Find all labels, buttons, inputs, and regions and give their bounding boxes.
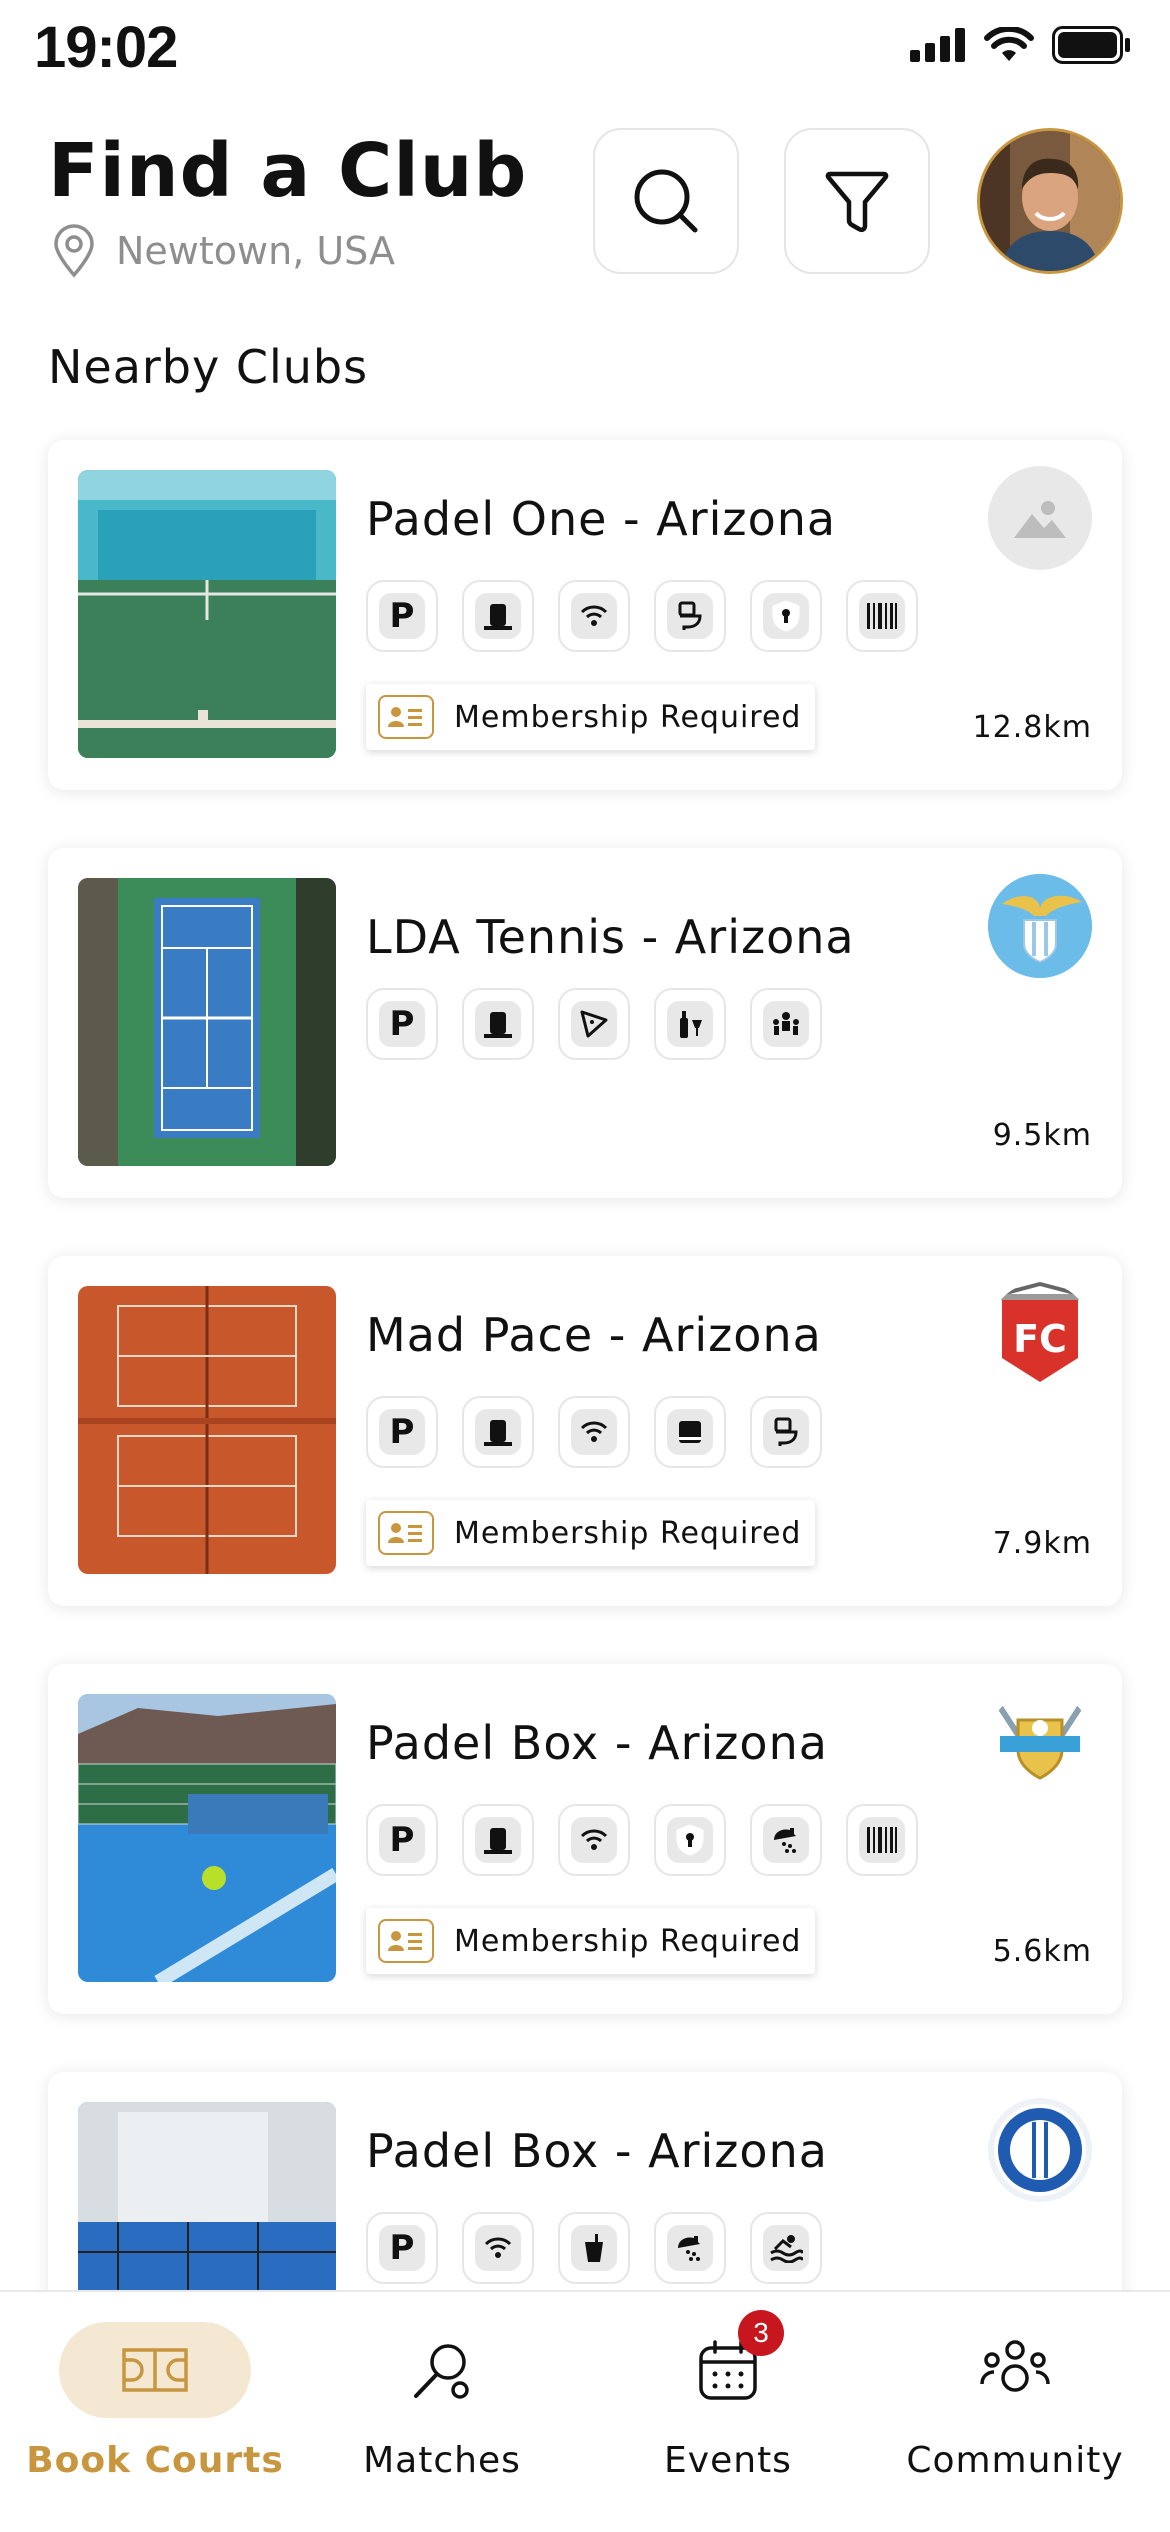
nav-icon-container — [919, 2322, 1111, 2418]
court-icon — [122, 2348, 188, 2392]
security-icon — [654, 1804, 726, 1876]
membership-badge: Membership Required — [366, 684, 816, 750]
svg-text:FC: FC — [1013, 1317, 1067, 1361]
membership-text: Membership Required — [454, 1923, 802, 1959]
locker-icon — [462, 1804, 534, 1876]
blue-ring-logo — [988, 2098, 1092, 2202]
status-icons — [910, 26, 1132, 64]
club-distance: 7.9km — [992, 1526, 1092, 1561]
parking-icon: P — [366, 988, 438, 1060]
signal-icon — [910, 28, 965, 62]
amenities-row: P — [366, 988, 822, 1060]
club-distance: 9.5km — [992, 1118, 1092, 1153]
club-photo — [78, 470, 336, 758]
amenities-row: P — [366, 1804, 918, 1876]
club-name: Padel Box - Arizona — [366, 1716, 828, 1770]
location-pin-icon — [54, 224, 94, 278]
nav-community[interactable]: Community — [875, 2322, 1155, 2512]
nav-label: Community — [906, 2440, 1124, 2481]
amenities-row: P — [366, 2212, 822, 2284]
kids-icon — [750, 988, 822, 1060]
nav-events[interactable]: 3 Events — [588, 2310, 868, 2512]
id-card-icon — [378, 695, 434, 739]
filter-icon — [825, 171, 889, 233]
parking-icon: P — [366, 1396, 438, 1468]
nav-book-courts[interactable]: Book Courts — [15, 2322, 295, 2512]
id-card-icon — [378, 1919, 434, 1963]
location: Newtown, USA — [52, 224, 395, 278]
bar-icon — [654, 988, 726, 1060]
shower-icon — [654, 2212, 726, 2284]
security-icon — [750, 580, 822, 652]
locker-icon — [462, 1396, 534, 1468]
drink-icon — [558, 2212, 630, 2284]
parking-icon: P — [366, 2212, 438, 2284]
parking-icon: P — [366, 580, 438, 652]
golf-shield-logo — [988, 1690, 1092, 1794]
pool-icon — [750, 2212, 822, 2284]
club-card[interactable]: Padel Box - Arizona P Membership Require… — [48, 1664, 1122, 2014]
filter-button[interactable] — [784, 128, 930, 274]
membership-badge: Membership Required — [366, 1908, 816, 1974]
barcode-icon — [846, 580, 918, 652]
status-time: 19:02 — [34, 15, 178, 80]
club-card[interactable]: LDA Tennis - Arizona P 9.5km — [48, 848, 1122, 1198]
nav-icon-container: 3 — [632, 2310, 824, 2418]
membership-text: Membership Required — [454, 1515, 802, 1551]
placeholder-image-icon — [988, 466, 1092, 570]
club-photo — [78, 878, 336, 1166]
club-card[interactable]: Padel One - Arizona P Membership Require… — [48, 440, 1122, 790]
membership-badge: Membership Required — [366, 1500, 816, 1566]
avatar-photo — [980, 131, 1120, 271]
club-photo — [78, 1694, 336, 1982]
battery-icon — [1052, 26, 1130, 64]
locker-icon — [462, 580, 534, 652]
barcode-icon — [846, 1804, 918, 1876]
nav-label: Events — [664, 2440, 792, 2481]
section-title: Nearby Clubs — [48, 340, 369, 394]
nav-label: Matches — [363, 2440, 521, 2481]
club-name: LDA Tennis - Arizona — [366, 910, 855, 964]
club-card[interactable]: Mad Pace - Arizona P Membership Required… — [48, 1256, 1122, 1606]
club-name: Mad Pace - Arizona — [366, 1308, 822, 1362]
club-photo — [78, 1286, 336, 1574]
parking-icon: P — [366, 1804, 438, 1876]
amenities-row: P — [366, 1396, 822, 1468]
wifi-icon — [558, 1804, 630, 1876]
nav-icon-container — [59, 2322, 251, 2418]
page-title: Find a Club — [48, 128, 528, 214]
club-name: Padel One - Arizona — [366, 492, 837, 546]
bottom-nav: Book Courts Matches 3 Events Community — [0, 2290, 1170, 2532]
racket-icon — [414, 2344, 469, 2399]
status-bar: 19:02 — [0, 0, 1170, 100]
people-icon — [980, 2340, 1050, 2392]
club-distance: 12.8km — [972, 710, 1092, 745]
toilet-icon — [750, 1396, 822, 1468]
avatar[interactable] — [977, 128, 1123, 274]
nav-matches[interactable]: Matches — [302, 2322, 582, 2512]
wifi-icon — [462, 2212, 534, 2284]
shower-icon — [750, 1804, 822, 1876]
location-text: Newtown, USA — [116, 229, 395, 273]
nav-label: Book Courts — [26, 2440, 284, 2481]
eagle-crest-logo — [988, 874, 1092, 978]
wifi-icon — [558, 580, 630, 652]
club-name: Padel Box - Arizona — [366, 2124, 828, 2178]
toilet-icon — [654, 580, 726, 652]
search-icon — [634, 169, 698, 233]
membership-text: Membership Required — [454, 699, 802, 735]
search-button[interactable] — [593, 128, 739, 274]
fc-pennant-logo: FC — [988, 1282, 1092, 1386]
id-card-icon — [378, 1511, 434, 1555]
club-distance: 5.6km — [992, 1934, 1092, 1969]
wifi-status-icon — [984, 27, 1034, 61]
food-icon — [558, 988, 630, 1060]
notification-badge: 3 — [738, 2310, 784, 2356]
locker-icon — [462, 988, 534, 1060]
amenities-row: P — [366, 580, 918, 652]
nav-icon-container — [346, 2322, 538, 2418]
lounge-icon — [654, 1396, 726, 1468]
wifi-icon — [558, 1396, 630, 1468]
